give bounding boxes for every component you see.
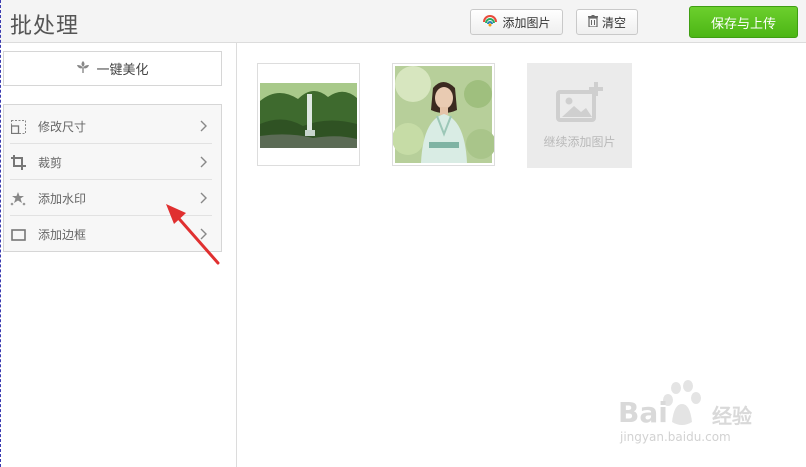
- trash-icon: [587, 14, 598, 30]
- crop-icon: [10, 155, 26, 171]
- portrait-thumbnail[interactable]: [392, 63, 496, 166]
- watermark-brand: Bai: [618, 396, 668, 429]
- add-image-button[interactable]: 添加图片: [470, 9, 563, 35]
- waterfall-image: [260, 83, 357, 148]
- resize-label: 修改尺寸: [38, 120, 87, 134]
- add-image-label: 添加图片: [502, 15, 551, 30]
- continue-add-image-button[interactable]: 继续添加图片: [527, 63, 632, 168]
- watermark-label: 添加水印: [38, 192, 87, 206]
- watermark-icon: [10, 191, 26, 207]
- flower-icon: [76, 60, 90, 78]
- resize-tool[interactable]: 修改尺寸: [10, 109, 210, 144]
- left-dashed-border: [0, 0, 1, 467]
- add-image-icon: [482, 14, 498, 31]
- chevron-right-icon: [200, 120, 207, 132]
- save-upload-button[interactable]: 保存与上传: [689, 6, 798, 38]
- clear-label: 清空: [601, 15, 626, 30]
- clear-button[interactable]: 清空: [576, 9, 638, 35]
- divider: [10, 143, 212, 144]
- watermark-brand-suffix: 经验: [712, 404, 752, 428]
- one-click-beautify-button[interactable]: 一键美化: [3, 51, 222, 86]
- chevron-right-icon: [200, 156, 207, 168]
- save-upload-label: 保存与上传: [710, 16, 776, 32]
- divider: [10, 179, 212, 180]
- watermark-url: jingyan.baidu.com: [620, 430, 731, 444]
- resize-icon: [10, 119, 26, 135]
- baidu-jingyan-watermark: Bai 经验 jingyan.baidu.com: [612, 378, 772, 448]
- crop-label: 裁剪: [38, 156, 63, 170]
- crop-tool[interactable]: 裁剪: [10, 145, 210, 180]
- page-title: 批处理: [10, 14, 80, 39]
- frame-label: 添加边框: [38, 228, 87, 242]
- add-more-label: 继续添加图片: [543, 134, 616, 149]
- toolbar: 批处理 添加图片 清空 保存与上传: [0, 0, 806, 43]
- frame-icon: [10, 227, 26, 243]
- waterfall-thumbnail[interactable]: [257, 63, 360, 166]
- annotation-arrow: [166, 204, 220, 265]
- add-image-placeholder-icon: [555, 81, 604, 127]
- beautify-label: 一键美化: [96, 63, 149, 78]
- woman-portrait-image: [392, 66, 496, 163]
